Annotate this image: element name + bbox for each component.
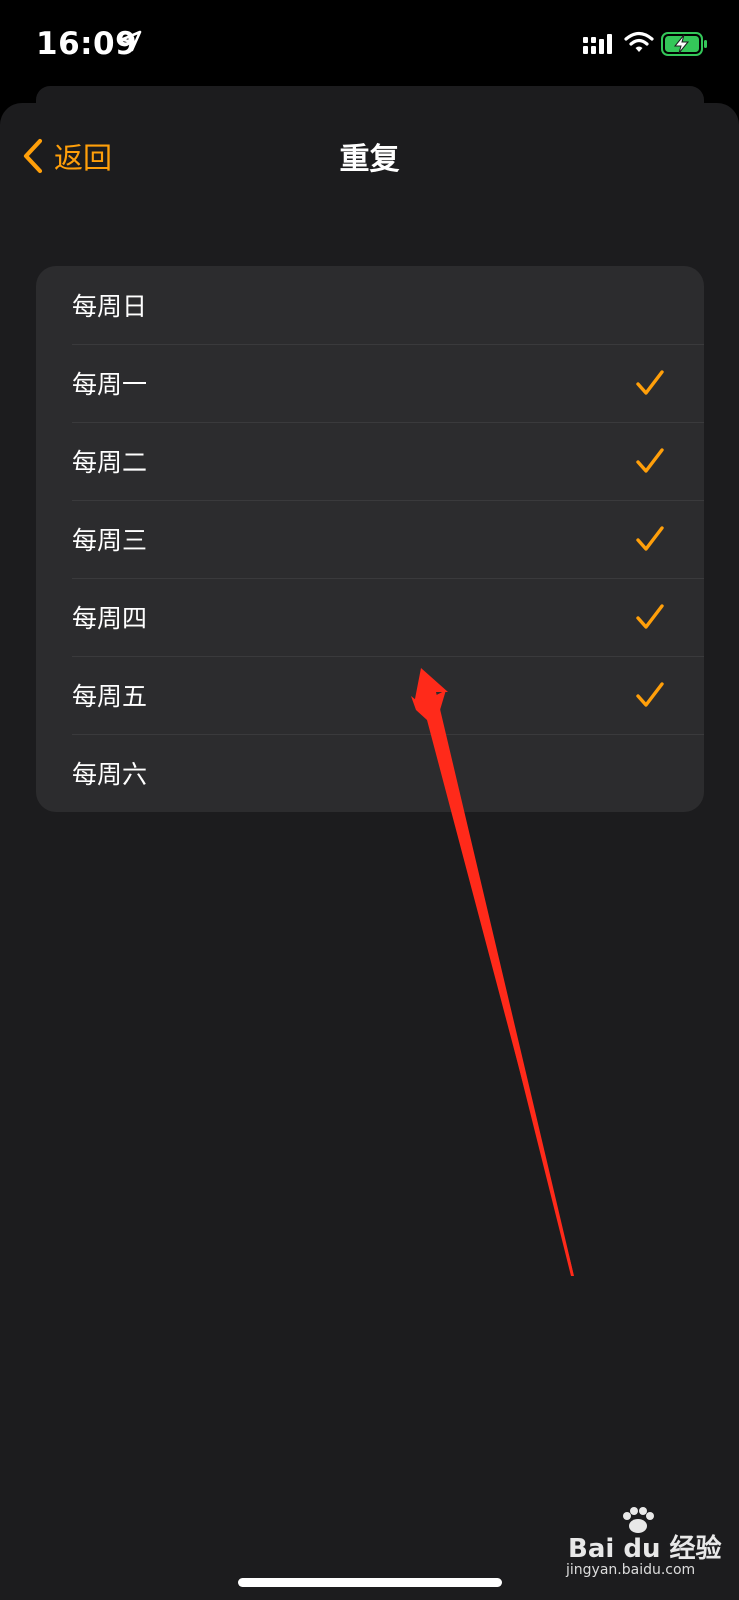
day-label: 每周日	[72, 292, 148, 321]
baidu-watermark: Bai du 经验 jingyan.baidu.com	[566, 1507, 726, 1578]
day-label: 每周六	[72, 760, 148, 789]
home-indicator[interactable]	[238, 1578, 502, 1587]
day-label: 每周二	[72, 448, 148, 477]
day-label: 每周五	[72, 682, 148, 711]
day-row-monday[interactable]: 每周一	[36, 344, 704, 422]
day-label: 每周一	[72, 370, 148, 399]
watermark-brand: Bai du 经验	[568, 1534, 722, 1564]
location-arrow-icon	[120, 30, 142, 52]
watermark-url: jingyan.baidu.com	[566, 1562, 696, 1578]
page-title: 重复	[339, 142, 400, 177]
checkmark-icon	[636, 604, 664, 629]
day-row-tuesday[interactable]: 每周二	[36, 422, 704, 500]
battery-charging-icon	[661, 32, 707, 56]
day-row-thursday[interactable]: 每周四	[36, 578, 704, 656]
checkmark-icon	[636, 526, 664, 551]
checkmark-icon	[636, 448, 664, 473]
repeat-day-list: 每周日 每周一 每周二 每周三 每周四 每周五 每周六	[36, 266, 704, 812]
checkmark-icon	[636, 370, 664, 395]
day-row-wednesday[interactable]: 每周三	[36, 500, 704, 578]
cellular-signal-icon	[583, 34, 612, 54]
day-label: 每周四	[72, 604, 148, 633]
checkmark-icon	[636, 682, 664, 707]
day-label: 每周三	[72, 526, 148, 555]
wifi-icon	[624, 31, 654, 52]
status-bar: 16:09	[0, 0, 739, 90]
day-row-friday[interactable]: 每周五	[36, 656, 704, 734]
day-row-saturday[interactable]: 每周六	[36, 734, 704, 812]
day-row-sunday[interactable]: 每周日	[36, 266, 704, 344]
